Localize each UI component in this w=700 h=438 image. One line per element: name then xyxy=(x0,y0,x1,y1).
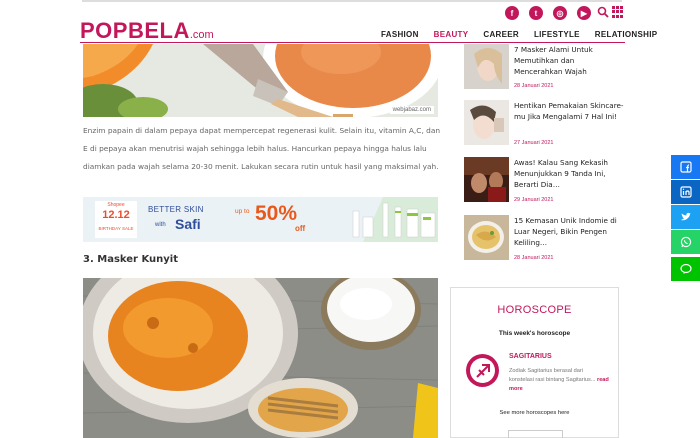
line-share-button[interactable] xyxy=(671,257,700,281)
menu-grid-icon[interactable] xyxy=(612,6,624,18)
sagittarius-arrow-icon xyxy=(475,363,490,378)
nav-fashion[interactable]: FASHION xyxy=(381,30,419,39)
horoscope-title: HOROSCOPE xyxy=(497,304,572,316)
article-thumbnail[interactable] xyxy=(464,157,509,202)
article-thumbnail[interactable] xyxy=(464,215,509,260)
twitter-share-icon xyxy=(680,212,691,221)
instagram-icon[interactable]: ◎ xyxy=(553,6,567,20)
article-thumbnail[interactable] xyxy=(464,44,509,89)
ad-banner[interactable]: Shopee 12.12 BIRTHDAY SALE BETTER SKIN w… xyxy=(83,197,438,242)
ad-off: off xyxy=(295,224,306,233)
whatsapp-share-button[interactable] xyxy=(671,230,700,254)
nav-relationship[interactable]: RELATIONSHIP xyxy=(595,30,658,39)
main-nav: FASHION BEAUTY CAREER LIFESTYLE RELATION… xyxy=(381,30,657,39)
sidebar-article-date: 28 Januari 2021 xyxy=(514,83,554,89)
search-icon[interactable] xyxy=(597,6,609,18)
social-links: f t ◎ ▶ xyxy=(505,6,591,20)
sidebar-article-date: 28 Januari 2021 xyxy=(514,255,554,261)
article-paragraph: Enzim papain di dalam pepaya dapat mempe… xyxy=(83,126,441,171)
site-logo[interactable]: POPBELA.com xyxy=(80,18,214,44)
horoscope-button[interactable] xyxy=(508,430,563,438)
whatsapp-share-icon xyxy=(680,236,691,248)
nav-lifestyle[interactable]: LIFESTYLE xyxy=(534,30,580,39)
thumbnail-art xyxy=(464,100,509,145)
see-more-horoscopes[interactable]: See more horoscopes here xyxy=(451,410,618,416)
horoscope-week-label: This week's horoscope xyxy=(498,330,571,337)
twitter-icon[interactable]: t xyxy=(529,6,543,20)
nav-beauty[interactable]: BEAUTY xyxy=(434,30,469,39)
papaya-mask-image: webjabaz.com xyxy=(83,44,438,117)
horoscope-widget: HOROSCOPE This week's horoscope SAGITARI… xyxy=(450,287,619,438)
ad-brand: Safi xyxy=(175,216,201,232)
papaya-illustration xyxy=(83,44,438,117)
site-header: POPBELA.com f t ◎ ▶ FASHION BEAUTY CAREE… xyxy=(0,0,700,44)
nav-career[interactable]: CAREER xyxy=(483,30,519,39)
top-divider xyxy=(82,0,622,2)
sidebar-article-date: 29 Januari 2021 xyxy=(514,197,554,203)
sidebar-article-title[interactable]: 15 Kemasan Unik Indomie di Luar Negeri, … xyxy=(514,215,624,248)
sidebar-article-title[interactable]: Awas! Kalau Sang Kekasih Menunjukkan 9 T… xyxy=(514,157,624,190)
thumbnail-art xyxy=(464,157,509,202)
sidebar-article-title[interactable]: Hentikan Pemakaian Skincare-mu Jika Meng… xyxy=(514,100,624,122)
sidebar-article-2[interactable]: Hentikan Pemakaian Skincare-mu Jika Meng… xyxy=(464,100,629,148)
turmeric-mask-image xyxy=(83,278,438,438)
sidebar-article-title[interactable]: 7 Masker Alami Untuk Memutihkan dan Menc… xyxy=(514,44,624,77)
article-thumbnail[interactable] xyxy=(464,100,509,145)
facebook-share-button[interactable] xyxy=(671,155,700,179)
zodiac-inner xyxy=(470,358,495,383)
sidebar-article-1[interactable]: 7 Masker Alami Untuk Memutihkan dan Menc… xyxy=(464,44,629,92)
section-subheading: 3. Masker Kunyit xyxy=(83,254,179,265)
zodiac-description: Zodiak Sagitarius berasal dari konstelas… xyxy=(509,367,609,394)
logo-suffix: .com xyxy=(189,29,214,41)
shopee-label: Shopee xyxy=(107,202,125,208)
sagittarius-icon[interactable] xyxy=(466,354,499,387)
line-share-icon xyxy=(679,263,692,274)
turmeric-illustration xyxy=(83,278,438,438)
ad-discount: 50% xyxy=(255,202,298,225)
sidebar-article-4[interactable]: 15 Kemasan Unik Indomie di Luar Negeri, … xyxy=(464,215,629,263)
thumbnail-art xyxy=(464,215,509,260)
linkedin-share-button[interactable] xyxy=(671,180,700,204)
youtube-icon[interactable]: ▶ xyxy=(577,6,591,20)
sale-date: 12.12 xyxy=(102,209,130,221)
ad-with: with xyxy=(155,222,166,228)
ad-headline: BETTER SKIN xyxy=(148,205,204,214)
sidebar-article-date: 27 Januari 2021 xyxy=(514,140,554,146)
sale-caption: BIRTHDAY SALE xyxy=(98,226,134,231)
facebook-share-icon xyxy=(679,161,692,173)
header-underline xyxy=(80,42,625,43)
zodiac-name[interactable]: SAGITARIUS xyxy=(509,353,552,360)
facebook-icon[interactable]: f xyxy=(505,6,519,20)
twitter-share-button[interactable] xyxy=(671,205,700,229)
ad-upto: up to xyxy=(235,208,250,215)
thumbnail-art xyxy=(464,44,509,89)
image-credit: webjabaz.com xyxy=(389,106,434,114)
sidebar-article-3[interactable]: Awas! Kalau Sang Kekasih Menunjukkan 9 T… xyxy=(464,157,629,205)
linkedin-share-icon xyxy=(679,186,692,198)
logo-name: POPBELA xyxy=(80,18,190,43)
zodiac-description-text: Zodiak Sagitarius berasal dari konstelas… xyxy=(509,368,596,383)
